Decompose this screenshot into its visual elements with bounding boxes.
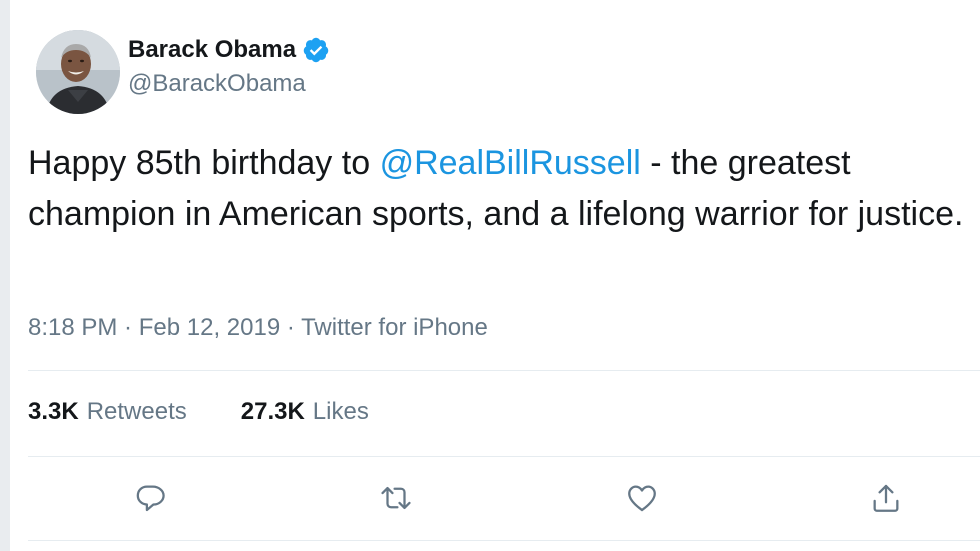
avatar-image bbox=[36, 30, 120, 114]
tweet-stats: 3.3K Retweets 27.3K Likes bbox=[28, 398, 369, 426]
mention-link[interactable]: @RealBillRussell bbox=[380, 144, 641, 182]
retweets-label: Retweets bbox=[86, 398, 187, 425]
likes-stat[interactable]: 27.3K Likes bbox=[241, 398, 369, 426]
verified-badge-icon bbox=[302, 36, 330, 64]
page-edge bbox=[0, 0, 10, 551]
tweet-date[interactable]: Feb 12, 2019 bbox=[139, 314, 280, 341]
tweet-text-part: Happy 85th birthday to bbox=[28, 144, 380, 182]
avatar[interactable] bbox=[36, 30, 120, 114]
tweet-actions bbox=[10, 476, 980, 526]
tweet-time[interactable]: 8:18 PM bbox=[28, 314, 117, 341]
tweet-meta: 8:18 PM · Feb 12, 2019 · Twitter for iPh… bbox=[28, 314, 488, 342]
author-handle[interactable]: @BarackObama bbox=[128, 70, 306, 98]
divider bbox=[28, 370, 980, 371]
meta-separator: · bbox=[280, 314, 302, 341]
likes-label: Likes bbox=[312, 398, 369, 425]
reply-icon[interactable] bbox=[128, 476, 172, 520]
retweets-count: 3.3K bbox=[28, 398, 79, 425]
author-name-row[interactable]: Barack Obama bbox=[128, 36, 330, 64]
tweet-text: Happy 85th birthday to @RealBillRussell … bbox=[28, 138, 968, 240]
retweet-icon[interactable] bbox=[374, 476, 418, 520]
divider bbox=[28, 456, 980, 457]
tweet-card: Barack Obama @BarackObama Happy 85th bir… bbox=[10, 0, 980, 551]
author-name[interactable]: Barack Obama bbox=[128, 36, 296, 64]
heart-icon[interactable] bbox=[620, 476, 664, 520]
share-icon[interactable] bbox=[864, 476, 908, 520]
divider bbox=[28, 540, 980, 541]
retweets-stat[interactable]: 3.3K Retweets bbox=[28, 398, 187, 426]
likes-count: 27.3K bbox=[240, 398, 305, 425]
tweet-source[interactable]: Twitter for iPhone bbox=[301, 314, 488, 341]
meta-separator: · bbox=[117, 314, 139, 341]
